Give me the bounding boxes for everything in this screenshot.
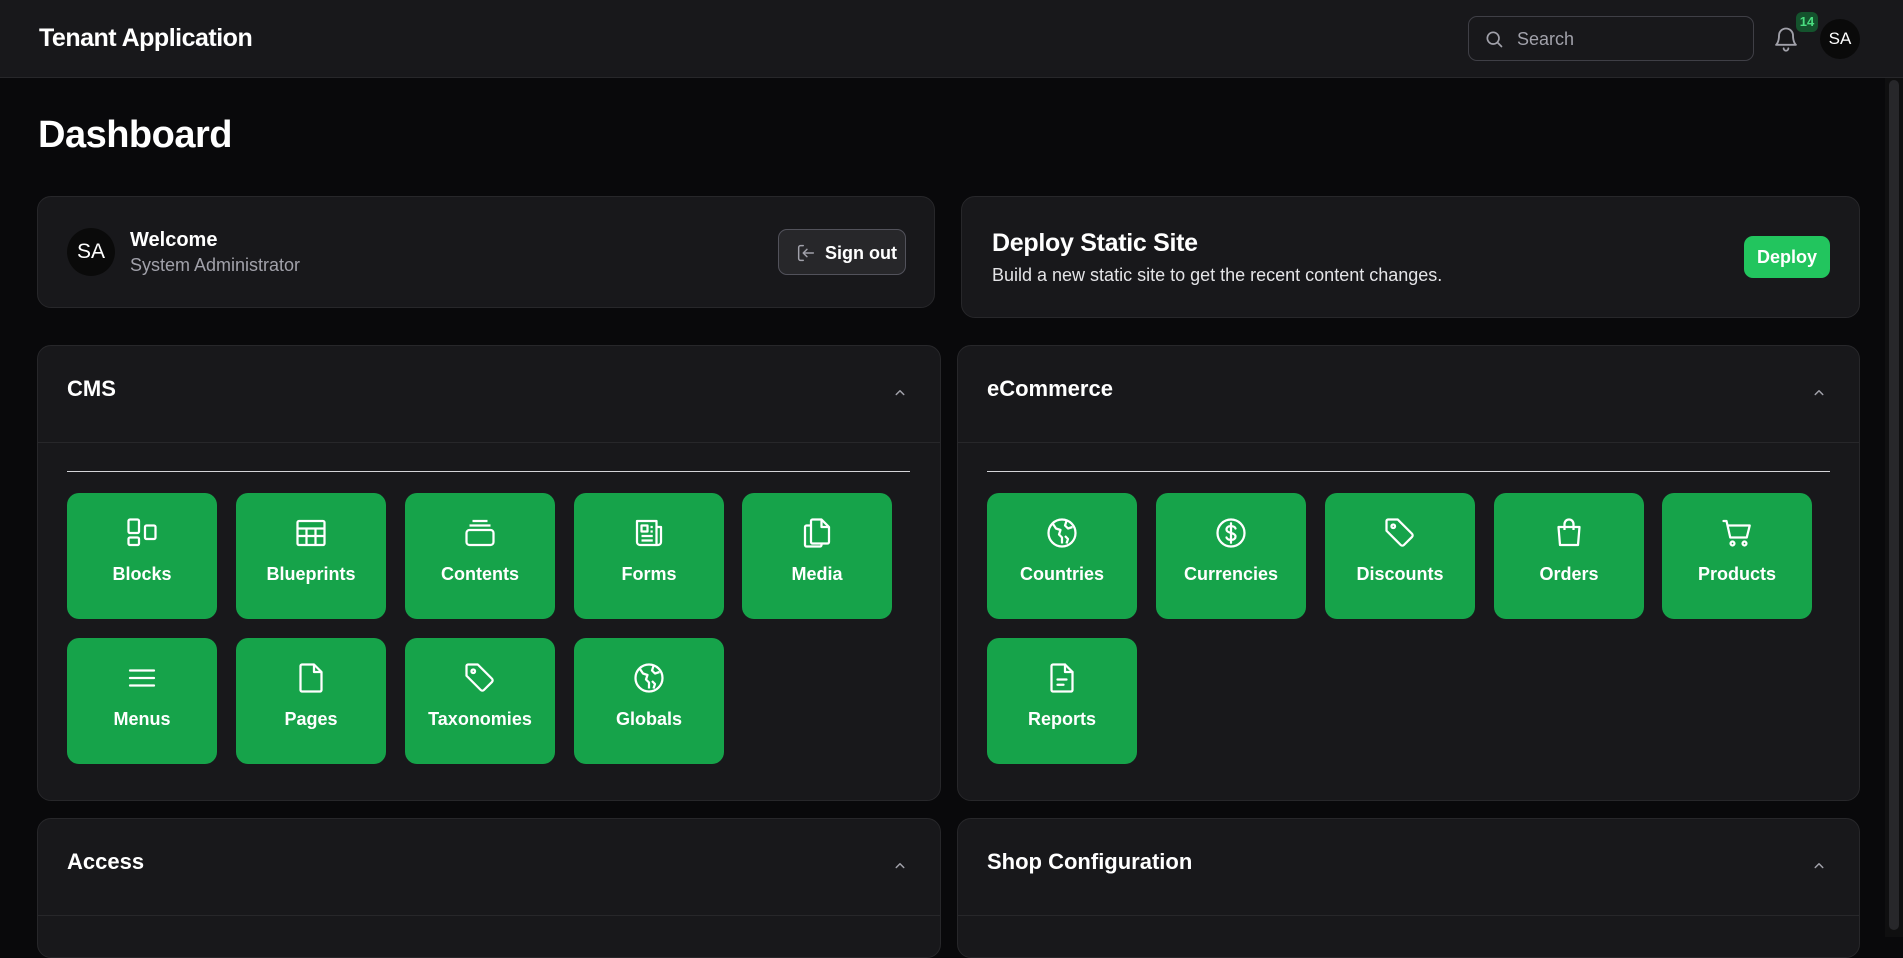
top-bar: Tenant Application 14 SA [0,0,1903,78]
tile-blueprints[interactable]: Blueprints [236,493,386,619]
ecommerce-section: eCommerce Countries Currencies Discounts… [957,345,1860,801]
bell-icon[interactable] [1772,25,1800,53]
chevron-up-icon[interactable] [891,384,909,402]
tile-products[interactable]: Products [1662,493,1812,619]
search-input[interactable] [1517,25,1737,53]
chevron-up-icon[interactable] [1810,857,1828,875]
tile-label: Discounts [1356,564,1444,584]
tile-label: Taxonomies [428,709,532,729]
tile-label: Currencies [1183,564,1279,584]
cms-section: CMS Blocks Blueprints Contents Forms Med… [37,345,941,801]
deploy-description: Build a new static site to get the recen… [992,265,1443,285]
tile-menus[interactable]: Menus [67,638,217,764]
tile-contents[interactable]: Contents [405,493,555,619]
menu-icon [128,669,156,687]
ecommerce-title: eCommerce [987,376,1113,401]
chevron-up-icon[interactable] [1810,384,1828,402]
tile-label: Blocks [112,564,172,584]
shopping-bag-icon [1557,518,1581,547]
welcome-title: Welcome [130,229,218,251]
stack-icon [465,519,495,547]
tag-icon [1385,518,1414,547]
sign-out-icon [797,244,815,262]
divider-line [67,471,910,472]
report-icon [1050,663,1074,693]
section-divider [38,915,940,916]
search-box[interactable] [1468,16,1754,61]
tile-label: Blueprints [266,564,356,584]
access-title: Access [67,849,145,874]
section-divider [38,442,940,443]
tile-label: Menus [113,709,171,729]
cart-icon [1722,519,1751,547]
user-role: System Administrator [130,255,301,275]
tile-blocks[interactable]: Blocks [67,493,217,619]
tile-label: Orders [1539,564,1599,584]
welcome-card: SA Welcome System Administrator Sign out [37,196,935,308]
tile-globals[interactable]: Globals [574,638,724,764]
dollar-icon [1216,518,1246,548]
tile-reports[interactable]: Reports [987,638,1137,764]
deploy-title: Deploy Static Site [992,229,1198,257]
section-divider [958,915,1859,916]
tile-label: Forms [621,564,677,584]
tile-media[interactable]: Media [742,493,892,619]
sign-out-label: Sign out [825,243,897,263]
blocks-icon [127,518,157,547]
tile-countries[interactable]: Countries [987,493,1137,619]
tile-label: Pages [284,709,338,729]
scrollbar-thumb[interactable] [1889,80,1899,930]
tile-label: Reports [1027,709,1096,729]
tile-label: Globals [615,709,682,729]
tile-label: Products [1697,564,1776,584]
deploy-button[interactable]: Deploy [1744,236,1830,278]
file-icon [299,663,323,693]
shop-configuration-section: Shop Configuration [957,818,1860,958]
table-icon [296,519,326,547]
divider-line [987,471,1830,472]
tag-icon [465,663,494,692]
search-icon [1486,31,1503,48]
chevron-up-icon[interactable] [891,857,909,875]
sign-out-button[interactable]: Sign out [778,229,906,275]
cms-title: CMS [67,376,116,401]
tile-label: Contents [441,564,519,584]
section-divider [958,442,1859,443]
shop-configuration-title: Shop Configuration [987,849,1193,874]
notification-count-badge: 14 [1796,12,1818,32]
tile-taxonomies[interactable]: Taxonomies [405,638,555,764]
globe-icon [634,663,664,693]
access-section: Access [37,818,941,958]
tile-forms[interactable]: Forms [574,493,724,619]
user-avatar[interactable]: SA [1820,19,1860,59]
tile-pages[interactable]: Pages [236,638,386,764]
app-title[interactable]: Tenant Application [39,24,253,53]
newspaper-icon [635,519,663,547]
tile-discounts[interactable]: Discounts [1325,493,1475,619]
globe-icon [1047,518,1077,548]
tile-label: Media [791,564,843,584]
deploy-card: Deploy Static Site Build a new static si… [961,196,1860,318]
tile-currencies[interactable]: Currencies [1156,493,1306,619]
tile-orders[interactable]: Orders [1494,493,1644,619]
welcome-avatar: SA [67,228,115,276]
documents-icon [803,518,831,548]
tile-label: Countries [1019,564,1104,584]
page-title: Dashboard [38,114,232,156]
